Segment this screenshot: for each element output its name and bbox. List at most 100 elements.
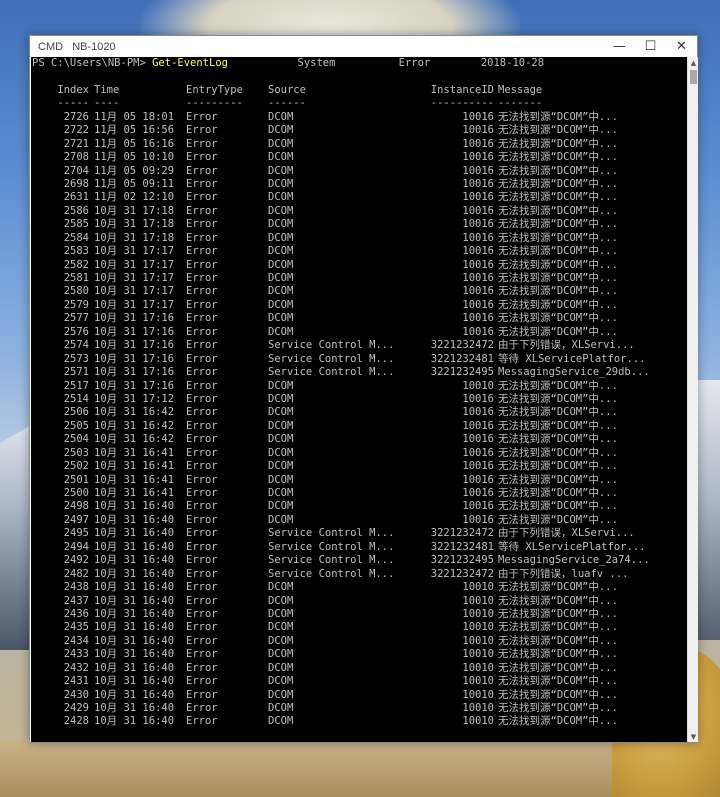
maximize-button[interactable]: ☐ xyxy=(635,36,666,57)
cell-entry-type: Error xyxy=(186,513,218,526)
cell-message: 无法找到源“DCOM”中... xyxy=(498,419,618,432)
cell-source: DCOM xyxy=(268,137,294,150)
cell-instance-id: 10016 xyxy=(462,218,494,231)
cell-source: DCOM xyxy=(268,110,294,123)
cell-time: 10月 31 17:16 xyxy=(94,325,175,338)
table-row: 2573 10月 31 17:16 Error Service Control M..… xyxy=(32,353,687,366)
cell-source: Service Control M... xyxy=(268,554,395,567)
scroll-up-arrow-icon[interactable]: ▲ xyxy=(688,57,699,68)
cell-message: 无法找到源“DCOM”中... xyxy=(498,218,618,231)
cell-instance-id: 10016 xyxy=(462,513,494,526)
cell-time: 10月 31 16:40 xyxy=(94,621,175,634)
cell-entry-type: Error xyxy=(186,392,218,405)
cell-message: 无法找到源“DCOM”中... xyxy=(498,245,618,258)
minimize-button[interactable]: — xyxy=(604,36,635,57)
table-row: 2434 10月 31 16:40 Error DCOM 10010 无法找到源“DCOM… xyxy=(32,635,687,648)
cell-message: 无法找到源“DCOM”中... xyxy=(498,164,618,177)
table-row: 2437 10月 31 16:40 Error DCOM 10010 无法找到源“DCOM… xyxy=(32,595,687,608)
table-row: 2432 10月 31 16:40 Error DCOM 10010 无法找到源“DCOM… xyxy=(32,662,687,675)
cell-instance-id: 10010 xyxy=(462,688,494,701)
cell-index: 2708 xyxy=(63,151,89,164)
cell-instance-id: 3221232481 xyxy=(430,352,494,365)
cell-index: 2497 xyxy=(63,513,89,526)
cell-entry-type: Error xyxy=(186,419,218,432)
cell-index: 2505 xyxy=(63,419,89,432)
cell-index: 2698 xyxy=(63,177,89,190)
close-button[interactable]: ✕ xyxy=(666,36,697,57)
cell-time: 10月 31 16:41 xyxy=(94,446,175,459)
title-bar[interactable]: CMD NB-1020 — ☐ ✕ xyxy=(30,36,697,57)
cell-time: 10月 31 17:18 xyxy=(94,218,175,231)
cell-instance-id: 10016 xyxy=(462,137,494,150)
cell-entry-type: Error xyxy=(186,218,218,231)
sep-entry-type: --------- xyxy=(186,97,243,110)
cell-time: 10月 31 16:41 xyxy=(94,460,175,473)
cell-source: DCOM xyxy=(268,151,294,164)
command-arguments: System Error 2018-10-28 xyxy=(227,57,545,69)
cell-time: 10月 31 16:40 xyxy=(94,661,175,674)
table-row: 2506 10月 31 16:42 Error DCOM 10016 无法找到源“DCOM… xyxy=(32,406,687,419)
table-separator: ----- ---- --------- ------ ---------- ------… xyxy=(32,97,687,110)
table-row: 2430 10月 31 16:40 Error DCOM 10010 无法找到源“DCOM… xyxy=(32,689,687,702)
cell-instance-id: 10016 xyxy=(462,258,494,271)
cell-instance-id: 10016 xyxy=(462,473,494,486)
cell-source: DCOM xyxy=(268,392,294,405)
cell-instance-id: 10016 xyxy=(462,406,494,419)
cell-instance-id: 3221232472 xyxy=(430,567,494,580)
cell-instance-id: 10016 xyxy=(462,204,494,217)
table-row: 2436 10月 31 16:40 Error DCOM 10010 无法找到源“DCOM… xyxy=(32,608,687,621)
scroll-thumb[interactable] xyxy=(690,70,697,84)
cell-instance-id: 10016 xyxy=(462,110,494,123)
table-row: 2704 11月 05 09:29 Error DCOM 10016 无法找到源“DCOM… xyxy=(32,165,687,178)
vertical-scrollbar[interactable]: ▲ ▼ xyxy=(687,57,698,742)
cell-index: 2428 xyxy=(63,715,89,728)
cell-message: 无法找到源“DCOM”中... xyxy=(498,312,618,325)
cell-message: 无法找到源“DCOM”中... xyxy=(498,177,618,190)
cell-index: 2437 xyxy=(63,594,89,607)
table-row: 2580 10月 31 17:17 Error DCOM 10016 无法找到源“DCOM… xyxy=(32,285,687,298)
cell-source: DCOM xyxy=(268,634,294,647)
cell-index: 2726 xyxy=(63,110,89,123)
console-window[interactable]: CMD NB-1020 — ☐ ✕ PS C:\Users\NB-PM> Get… xyxy=(29,35,698,743)
table-row: 2501 10月 31 16:41 Error DCOM 10016 无法找到源“DCOM… xyxy=(32,474,687,487)
cell-instance-id: 10010 xyxy=(462,648,494,661)
cell-instance-id: 10016 xyxy=(462,446,494,459)
cell-time: 10月 31 16:42 xyxy=(94,433,175,446)
cell-source: Service Control M... xyxy=(268,527,395,540)
cell-source: DCOM xyxy=(268,715,294,728)
cell-time: 10月 31 16:40 xyxy=(94,675,175,688)
cell-entry-type: Error xyxy=(186,325,218,338)
cell-source: DCOM xyxy=(268,702,294,714)
cell-entry-type: Error xyxy=(186,594,218,607)
table-row: 2505 10月 31 16:42 Error DCOM 10016 无法找到源“DCOM… xyxy=(32,420,687,433)
table-row: 2492 10月 31 16:40 Error Service Control M..… xyxy=(32,554,687,567)
cell-message: 无法找到源“DCOM”中... xyxy=(498,634,618,647)
cell-index: 2580 xyxy=(63,285,89,298)
cell-time: 10月 31 17:17 xyxy=(94,245,175,258)
cell-index: 2430 xyxy=(63,688,89,701)
cell-time: 10月 31 17:16 xyxy=(94,339,175,352)
table-row: 2503 10月 31 16:41 Error DCOM 10016 无法找到源“DCOM… xyxy=(32,447,687,460)
cell-message: 无法找到源“DCOM”中... xyxy=(498,621,618,634)
cell-time: 11月 02 12:10 xyxy=(94,191,175,204)
cell-instance-id: 10010 xyxy=(462,594,494,607)
cell-message: 无法找到源“DCOM”中... xyxy=(498,648,618,661)
cell-source: DCOM xyxy=(268,419,294,432)
event-rows: 2726 11月 05 18:01 Error DCOM 10016 无法找到源“DCOM… xyxy=(32,111,687,729)
console-output[interactable]: PS C:\Users\NB-PM> Get-EventLog System E… xyxy=(31,57,687,742)
cell-index: 2500 xyxy=(63,487,89,499)
table-row: 2429 10月 31 16:40 Error DCOM 10010 无法找到源“DCOM… xyxy=(32,702,687,715)
cell-entry-type: Error xyxy=(186,473,218,486)
header-time: Time xyxy=(94,83,120,96)
cell-time: 10月 31 17:18 xyxy=(94,204,175,217)
cell-message: 无法找到源“DCOM”中... xyxy=(498,298,618,311)
cell-message: 无法找到源“DCOM”中... xyxy=(498,110,618,123)
scroll-down-arrow-icon[interactable]: ▼ xyxy=(688,731,699,742)
table-row: 2482 10月 31 16:40 Error Service Control M..… xyxy=(32,568,687,581)
cell-message: 无法找到源“DCOM”中... xyxy=(498,191,618,204)
table-row: 2721 11月 05 16:16 Error DCOM 10016 无法找到源“DCOM… xyxy=(32,138,687,151)
cell-message: MessagingService_2a74... xyxy=(498,554,650,567)
table-row: 2581 10月 31 17:17 Error DCOM 10016 无法找到源“DCOM… xyxy=(32,272,687,285)
cell-entry-type: Error xyxy=(186,433,218,446)
cell-entry-type: Error xyxy=(186,339,218,352)
